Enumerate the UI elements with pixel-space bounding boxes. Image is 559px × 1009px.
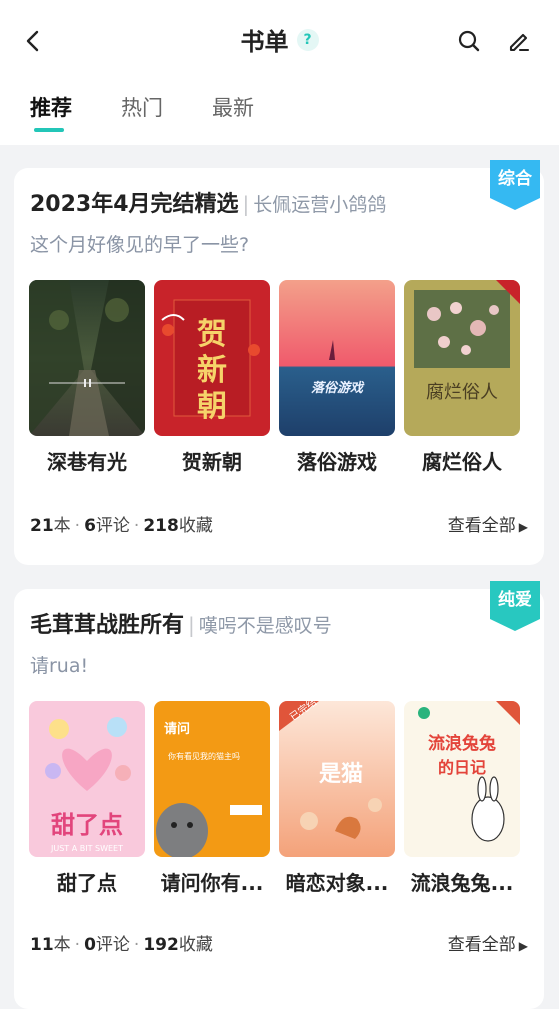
tab-recommend[interactable]: 推荐: [30, 92, 72, 122]
title-separator: |: [188, 613, 195, 637]
booklist-stats: 11本 · 0评论 · 192收藏: [30, 935, 213, 955]
book-title[interactable]: 贺新朝: [144, 446, 280, 475]
booklist-stats: 21本 · 6评论 · 218收藏: [30, 516, 213, 536]
view-all-link[interactable]: 查看全部 ▶: [448, 511, 528, 536]
category-tag: 纯爱: [490, 581, 540, 631]
edit-icon[interactable]: [506, 28, 532, 54]
card-title-row: 毛茸茸战胜所有 | 嘆呺不是感叹号: [30, 607, 332, 639]
tab-popular[interactable]: 热门: [121, 92, 163, 122]
tab-bar: 推荐 热门 最新: [0, 92, 559, 132]
tab-latest[interactable]: 最新: [212, 92, 254, 122]
book-title[interactable]: 暗恋对象...: [269, 867, 405, 896]
svg-text:新: 新: [197, 353, 227, 388]
booklist-author[interactable]: 长佩运营小鸽鸽: [253, 194, 386, 216]
book-cover[interactable]: 腐烂俗人: [404, 280, 520, 436]
svg-text:落俗游戏: 落俗游戏: [311, 380, 365, 396]
book-item[interactable]: 流浪兔兔 的日记 流浪兔兔...: [404, 701, 522, 895]
book-item[interactable]: 深巷有光: [29, 280, 147, 474]
book-cover[interactable]: 甜了点 JUST A BIT SWEET: [29, 701, 145, 857]
book-item[interactable]: 落俗游戏 落俗游戏: [279, 280, 397, 474]
book-item[interactable]: 已完结 是猫 暗恋对象...: [279, 701, 397, 895]
book-cover[interactable]: 请问 你有看见我的猫主吗: [154, 701, 270, 857]
book-cover[interactable]: 流浪兔兔 的日记: [404, 701, 520, 857]
svg-text:甜了点: 甜了点: [51, 811, 123, 839]
svg-text:你有看见我的猫主吗: 你有看见我的猫主吗: [168, 751, 240, 761]
book-title[interactable]: 落俗游戏: [269, 446, 405, 475]
category-tag: 综合: [490, 160, 540, 210]
book-cover[interactable]: 贺 新 朝: [154, 280, 270, 436]
booklist-author[interactable]: 嘆呺不是感叹号: [199, 615, 332, 637]
book-item[interactable]: 请问 你有看见我的猫主吗 请问你有...: [154, 701, 272, 895]
search-icon[interactable]: [456, 28, 482, 54]
book-item[interactable]: 甜了点 JUST A BIT SWEET 甜了点: [29, 701, 147, 895]
booklist-description: 请rua!: [30, 655, 89, 677]
booklist-title: 2023年4月完结精选: [30, 192, 239, 217]
booklist-card[interactable]: 综合 2023年4月完结精选 | 长佩运营小鸽鸽 这个月好像见的早了一些? 深巷有: [14, 160, 544, 565]
book-title[interactable]: 流浪兔兔...: [394, 867, 530, 896]
caret-right-icon: ▶: [518, 939, 528, 953]
book-title[interactable]: 请问你有...: [144, 867, 280, 896]
help-icon[interactable]: ?: [296, 28, 319, 51]
booklist-card[interactable]: 纯爱 毛茸茸战胜所有 | 嘆呺不是感叹号 请rua! 甜了点 JUST A BIT …: [14, 581, 544, 1009]
book-cover[interactable]: 已完结 是猫: [279, 701, 395, 857]
book-title[interactable]: 甜了点: [19, 867, 155, 896]
page-title: 书单: [240, 28, 289, 56]
book-item[interactable]: 贺 新 朝 贺新朝: [154, 280, 272, 474]
svg-text:的日记: 的日记: [438, 758, 486, 777]
book-title[interactable]: 深巷有光: [19, 446, 155, 475]
book-item[interactable]: 腐烂俗人 腐烂俗人: [404, 280, 522, 474]
title-separator: |: [242, 192, 250, 216]
svg-text:JUST A BIT SWEET: JUST A BIT SWEET: [50, 844, 123, 853]
book-cover[interactable]: [29, 280, 145, 436]
app-header: 书单? 推荐 热门 最新: [0, 0, 559, 145]
svg-text:是猫: 是猫: [319, 761, 363, 787]
booklist-title: 毛茸茸战胜所有: [30, 613, 185, 638]
svg-text:腐烂俗人: 腐烂俗人: [426, 382, 498, 403]
tab-active-indicator: [34, 128, 64, 132]
caret-right-icon: ▶: [518, 520, 528, 534]
svg-text:贺: 贺: [197, 317, 227, 352]
booklist-description: 这个月好像见的早了一些?: [30, 234, 250, 256]
book-cover[interactable]: 落俗游戏: [279, 280, 395, 436]
svg-text:朝: 朝: [197, 389, 227, 424]
svg-text:请问: 请问: [164, 721, 190, 737]
book-title[interactable]: 腐烂俗人: [394, 446, 530, 475]
card-title-row: 2023年4月完结精选 | 长佩运营小鸽鸽: [30, 186, 386, 218]
svg-text:流浪兔兔: 流浪兔兔: [428, 733, 496, 754]
view-all-link[interactable]: 查看全部 ▶: [448, 930, 528, 955]
